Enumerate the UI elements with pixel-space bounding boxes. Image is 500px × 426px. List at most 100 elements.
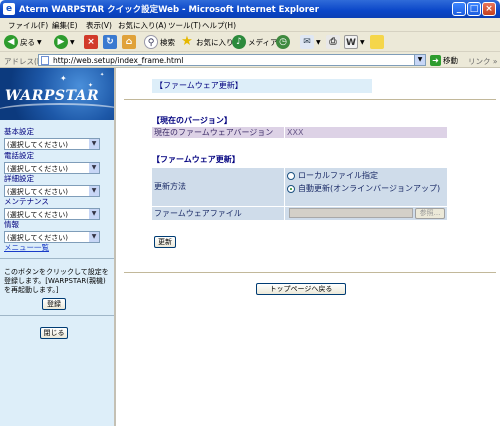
chevron-down-icon: ▼: [37, 38, 42, 46]
star-icon: ✦: [60, 74, 67, 83]
page-title: 【ファームウェア更新】: [152, 79, 372, 93]
radio-button-selected[interactable]: [287, 184, 295, 193]
toolbar: ◀ 戻る ▼ ▶ ▼ × ↻ ⌂ ⚲ 検索 ★ お気に入り ♪ メディア ◷ ✉…: [0, 32, 500, 52]
update-method-label: 更新方法: [152, 168, 284, 206]
close-button[interactable]: 閉じる: [40, 327, 68, 339]
mail-button[interactable]: ✉ ▼: [300, 35, 321, 49]
edit-page-icon: W: [344, 35, 358, 49]
menu-help[interactable]: ヘルプ(H): [202, 20, 236, 31]
chevron-down-icon: ▼: [89, 163, 99, 173]
radio-local-file[interactable]: ローカルファイル指定: [287, 170, 378, 181]
links-button[interactable]: リンク »: [468, 56, 497, 67]
logo-swoosh: [0, 103, 114, 120]
back-label: 戻る: [20, 37, 35, 47]
search-icon: ⚲: [144, 35, 158, 49]
select-value: (選択してください): [7, 141, 69, 149]
go-label: 移動: [443, 56, 458, 65]
go-arrow-icon: ➜: [430, 55, 441, 66]
print-button[interactable]: ⎙: [326, 35, 340, 49]
chevron-down-icon: ▼: [89, 232, 99, 242]
sidebar-divider: [0, 258, 114, 259]
nav-label-basic: 基本設定: [4, 127, 34, 136]
refresh-icon: ↻: [103, 35, 117, 49]
search-button[interactable]: ⚲ 検索: [144, 35, 175, 49]
home-icon: ⌂: [122, 35, 136, 49]
menu-edit[interactable]: 編集(E): [52, 20, 78, 31]
title-rule: [124, 99, 496, 100]
chevron-down-icon: ▼: [360, 38, 365, 46]
nav-label-maintenance: メンテナンス: [4, 197, 49, 206]
ie-icon: e: [3, 3, 15, 15]
update-heading: 【ファームウェア更新】: [152, 155, 240, 164]
radio-auto-update[interactable]: 自動更新(オンラインバージョンアップ): [287, 183, 440, 194]
menu-favorites[interactable]: お気に入り(A): [118, 20, 166, 31]
firmware-file-cell: 参照...: [285, 207, 447, 220]
go-button[interactable]: ➜ 移動: [430, 55, 458, 66]
current-version-value: XXX: [285, 127, 447, 138]
update-button[interactable]: 更新: [154, 236, 176, 248]
folder-icon: [370, 35, 384, 49]
chevron-down-icon: ▼: [70, 38, 75, 46]
favorites-button[interactable]: ★ お気に入り: [180, 34, 234, 49]
discuss-button[interactable]: [370, 35, 384, 49]
nav-group-advanced: 詳細設定 (選択してください) ▼: [4, 173, 104, 197]
window-title: Aterm WARPSTAR クイック設定Web - Microsoft Int…: [19, 5, 319, 15]
update-method-options: ローカルファイル指定 自動更新(オンラインバージョンアップ): [285, 168, 447, 206]
menu-tools[interactable]: ツール(T): [168, 20, 201, 31]
menu-view[interactable]: 表示(V): [86, 20, 112, 31]
register-button[interactable]: 登録: [42, 298, 66, 310]
stop-icon: ×: [84, 35, 98, 49]
stop-button[interactable]: ×: [84, 35, 98, 49]
star-icon: ★: [181, 34, 193, 49]
menu-file[interactable]: ファイル(F): [8, 20, 48, 31]
history-icon: ◷: [276, 35, 290, 49]
favorites-label: お気に入り: [196, 37, 234, 47]
mail-icon: ✉: [300, 35, 314, 49]
menu-list-link[interactable]: メニュー一覧: [4, 242, 49, 253]
logo-text: WARPSTAR: [5, 88, 100, 104]
nav-group-basic: 基本設定 (選択してください) ▼: [4, 126, 104, 150]
close-window-button[interactable]: ×: [482, 2, 496, 16]
title-bar: e Aterm WARPSTAR クイック設定Web - Microsoft I…: [0, 0, 500, 18]
register-note: このボタンをクリックして設定を登録します。[WARPSTAR(親機)を再起動しま…: [4, 268, 109, 294]
media-label: メディア: [248, 37, 278, 47]
minimize-button[interactable]: _: [452, 2, 466, 16]
chevron-down-icon[interactable]: ▼: [414, 55, 425, 65]
forward-arrow-icon: ▶: [54, 35, 68, 49]
browse-button: 参照...: [415, 208, 445, 219]
current-version-label: 現在のファームウェアバージョン: [152, 127, 284, 138]
history-button[interactable]: ◷: [276, 35, 290, 49]
firmware-file-input: [289, 208, 413, 218]
sidebar-frame: ✦ ✦ ✦ WARPSTAR 基本設定 (選択してください) ▼ 電話設定 (選…: [0, 68, 116, 426]
footer-rule: [124, 272, 496, 273]
back-arrow-icon: ◀: [4, 35, 18, 49]
page-icon: [41, 56, 49, 65]
back-button[interactable]: ◀ 戻る ▼: [4, 35, 42, 49]
media-button[interactable]: ♪ メディア: [232, 35, 277, 49]
edit-button[interactable]: W ▼: [344, 35, 365, 49]
media-icon: ♪: [232, 35, 246, 49]
sidebar-divider: [0, 315, 114, 316]
nav-group-phone: 電話設定 (選択してください) ▼: [4, 150, 104, 174]
print-icon: ⎙: [326, 35, 340, 49]
refresh-button[interactable]: ↻: [103, 35, 117, 49]
maximize-button[interactable]: □: [467, 2, 481, 16]
basic-settings-select[interactable]: (選択してください) ▼: [4, 138, 100, 150]
chevron-down-icon: ▼: [89, 186, 99, 196]
home-button[interactable]: ⌂: [122, 35, 136, 49]
main-frame: 【ファームウェア更新】 【現在のバージョン】 現在のファームウェアバージョン X…: [118, 68, 500, 426]
nav-group-info: 情報 (選択してください) ▼: [4, 219, 104, 243]
top-page-button[interactable]: トップページへ戻る: [256, 283, 346, 295]
address-bar: アドレス(D) http://web.setup/index_frame.htm…: [0, 52, 500, 68]
search-label: 検索: [160, 37, 175, 47]
forward-button[interactable]: ▶ ▼: [54, 35, 75, 49]
nav-label-advanced: 詳細設定: [4, 174, 34, 183]
chevron-down-icon: ▼: [89, 139, 99, 149]
chevron-down-icon: ▼: [89, 209, 99, 219]
nav-label-info: 情報: [4, 220, 19, 229]
firmware-file-label: ファームウェアファイル: [152, 207, 284, 220]
radio-label-auto: 自動更新(オンラインバージョンアップ): [298, 184, 441, 193]
address-input[interactable]: http://web.setup/index_frame.html ▼: [38, 54, 426, 66]
radio-button[interactable]: [287, 171, 295, 180]
nav-group-maintenance: メンテナンス (選択してください) ▼: [4, 196, 104, 220]
